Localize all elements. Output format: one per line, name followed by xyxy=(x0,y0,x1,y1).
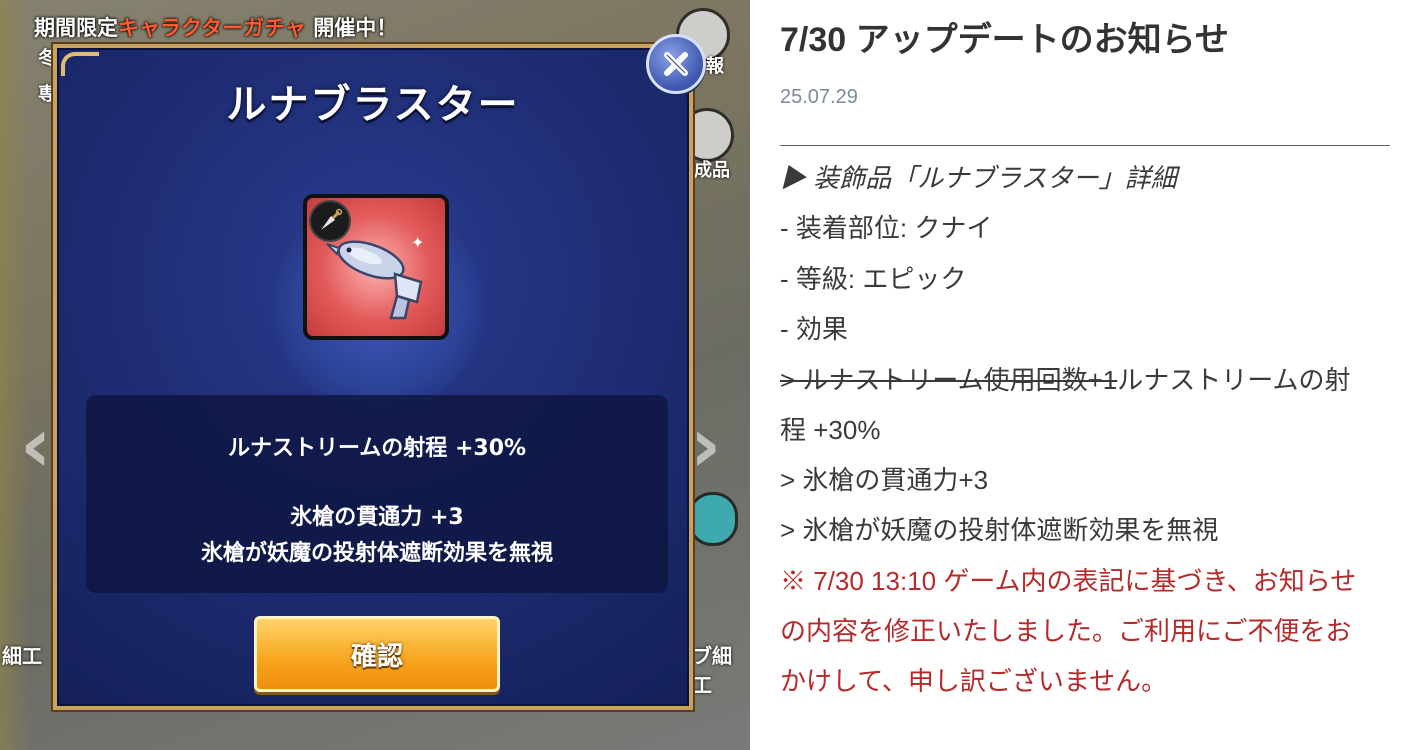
article-title: 7/30 アップデートのお知らせ xyxy=(780,21,1229,59)
effect-line-2: 氷槍の貫通力 +3 xyxy=(290,505,464,530)
correction-note-2: の内容を修正いたしました。ご利用にご不便をお xyxy=(780,616,1352,646)
effect-line-1: ルナストリームの射程 +30% xyxy=(227,436,527,461)
item-card[interactable]: ✦ xyxy=(303,194,449,340)
modal-title: ルナブラスター xyxy=(226,82,520,128)
article-effect-line-1: > ルナストリーム使用回数+1ルナストリームの射 xyxy=(780,360,1351,397)
side-text-right-1: 報 xyxy=(706,56,724,77)
water-gun-dolphin-icon: ✦ xyxy=(326,233,424,320)
gacha-banner: 期間限定キャラクターガチャ 開催中！ xyxy=(34,12,397,42)
game-screen: 期間限定キャラクターガチャ 開催中！ 冬 専 報 成品 ‹ › 細工 ブ細工 ル… xyxy=(0,0,750,750)
banner-prefix: 期間限定 xyxy=(34,16,118,40)
bottom-text-right: ブ細工 xyxy=(692,644,732,697)
effect-description-box: ルナストリームの射程 +30% 氷槍の貫通力 +3 氷槍が妖魔の投射体遮断効果を… xyxy=(86,395,668,593)
article-effect-line-2: > 氷槍の貫通力+3 xyxy=(780,465,989,495)
article-grade: - 等級: エピック xyxy=(780,264,967,294)
notice-article: 7/30 アップデートのお知らせ 25.07.29 ▶ 装飾品「ルナブラスター」… xyxy=(750,0,1420,750)
close-icon xyxy=(664,52,688,76)
confirm-button[interactable]: 確認 xyxy=(254,616,500,692)
article-effect-line-1b: 程 +30% xyxy=(780,415,881,445)
article-effect-line-3: > 氷槍が妖魔の投射体遮断効果を無視 xyxy=(780,515,1219,545)
article-date: 25.07.29 xyxy=(780,86,858,108)
effect-1-part-a: ルナストリームの射 xyxy=(1117,365,1351,395)
bottom-text-left: 細工 xyxy=(2,644,42,668)
article-slot: - 装着部位: クナイ xyxy=(780,213,993,243)
article-divider xyxy=(780,145,1390,146)
banner-suffix: 開催中！ xyxy=(305,16,398,40)
next-arrow-icon[interactable]: › xyxy=(690,400,721,489)
side-toggle-button[interactable] xyxy=(688,492,738,546)
banner-highlight: キャラクターガチャ xyxy=(118,16,306,40)
correction-note-3: かけして、申し訳ございません。 xyxy=(780,666,1168,696)
svg-text:✦: ✦ xyxy=(411,233,424,252)
correction-note-1: ※ 7/30 13:10 ゲーム内の表記に基づき、お知らせ xyxy=(780,566,1357,596)
item-detail-modal: ルナブラスター ✦ ルナストリームの射程 +30% 氷槍の貫通力 +3 氷槍が妖… xyxy=(53,44,693,710)
article-heading: ▶ 装飾品「ルナブラスター」詳細 xyxy=(780,163,1177,193)
struck-old-effect: > ルナストリーム使用回数+1 xyxy=(780,365,1118,395)
side-text-right-2: 成品 xyxy=(694,160,730,181)
prev-arrow-icon[interactable]: ‹ xyxy=(20,400,51,489)
close-button[interactable] xyxy=(646,34,706,94)
effect-line-3: 氷槍が妖魔の投射体遮断効果を無視 xyxy=(200,541,553,566)
article-effect-label: - 効果 xyxy=(780,314,848,344)
